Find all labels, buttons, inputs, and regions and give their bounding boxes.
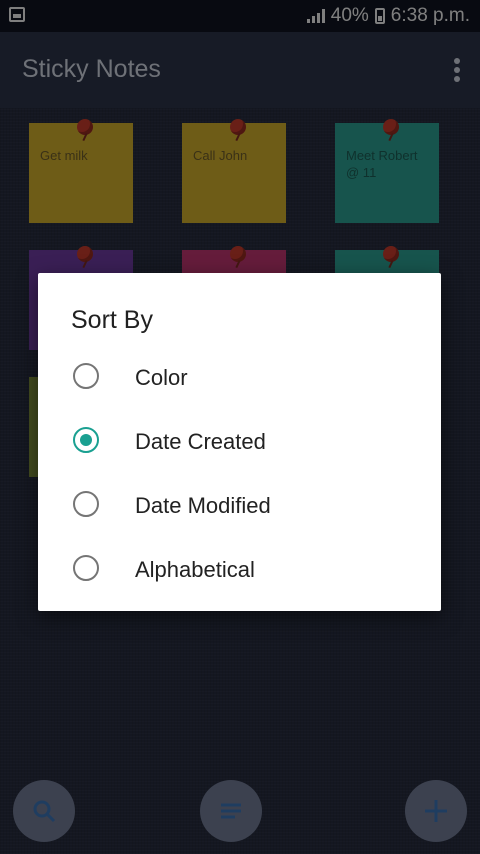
sort-option-alphabetical[interactable]: Alphabetical [38,537,441,601]
radio-button[interactable] [73,555,99,581]
option-label: Date Created [135,429,266,454]
radio-button[interactable] [73,491,99,517]
sort-by-dialog: Sort By Color Date Created Date Modified… [38,273,441,611]
sort-option-color[interactable]: Color [38,345,441,409]
sort-option-date-modified[interactable]: Date Modified [38,473,441,537]
option-label: Date Modified [135,493,271,518]
radio-button[interactable] [73,363,99,389]
radio-button-selected[interactable] [73,427,99,453]
option-label: Color [135,365,188,390]
sort-option-date-created[interactable]: Date Created [38,409,441,473]
dialog-title: Sort By [71,306,153,334]
option-label: Alphabetical [135,557,255,582]
